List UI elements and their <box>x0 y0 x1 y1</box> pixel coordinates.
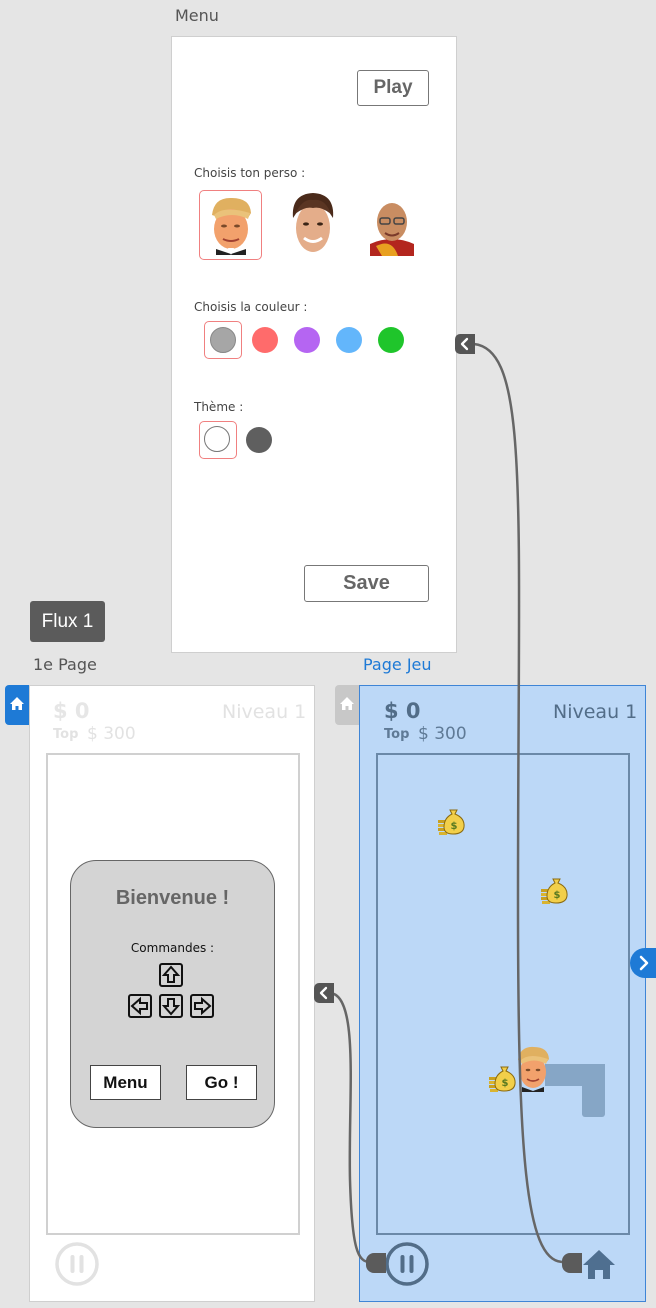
chevron-left-icon <box>460 337 469 351</box>
connector-endpoint-pause[interactable] <box>366 1253 386 1273</box>
connector-endpoint-home[interactable] <box>562 1253 582 1273</box>
flow-connector-layer <box>329 342 563 1264</box>
chevron-left-icon <box>319 986 328 1000</box>
connector-anchor-first-page[interactable] <box>314 983 334 1003</box>
connector-anchor-menu[interactable] <box>455 334 475 354</box>
